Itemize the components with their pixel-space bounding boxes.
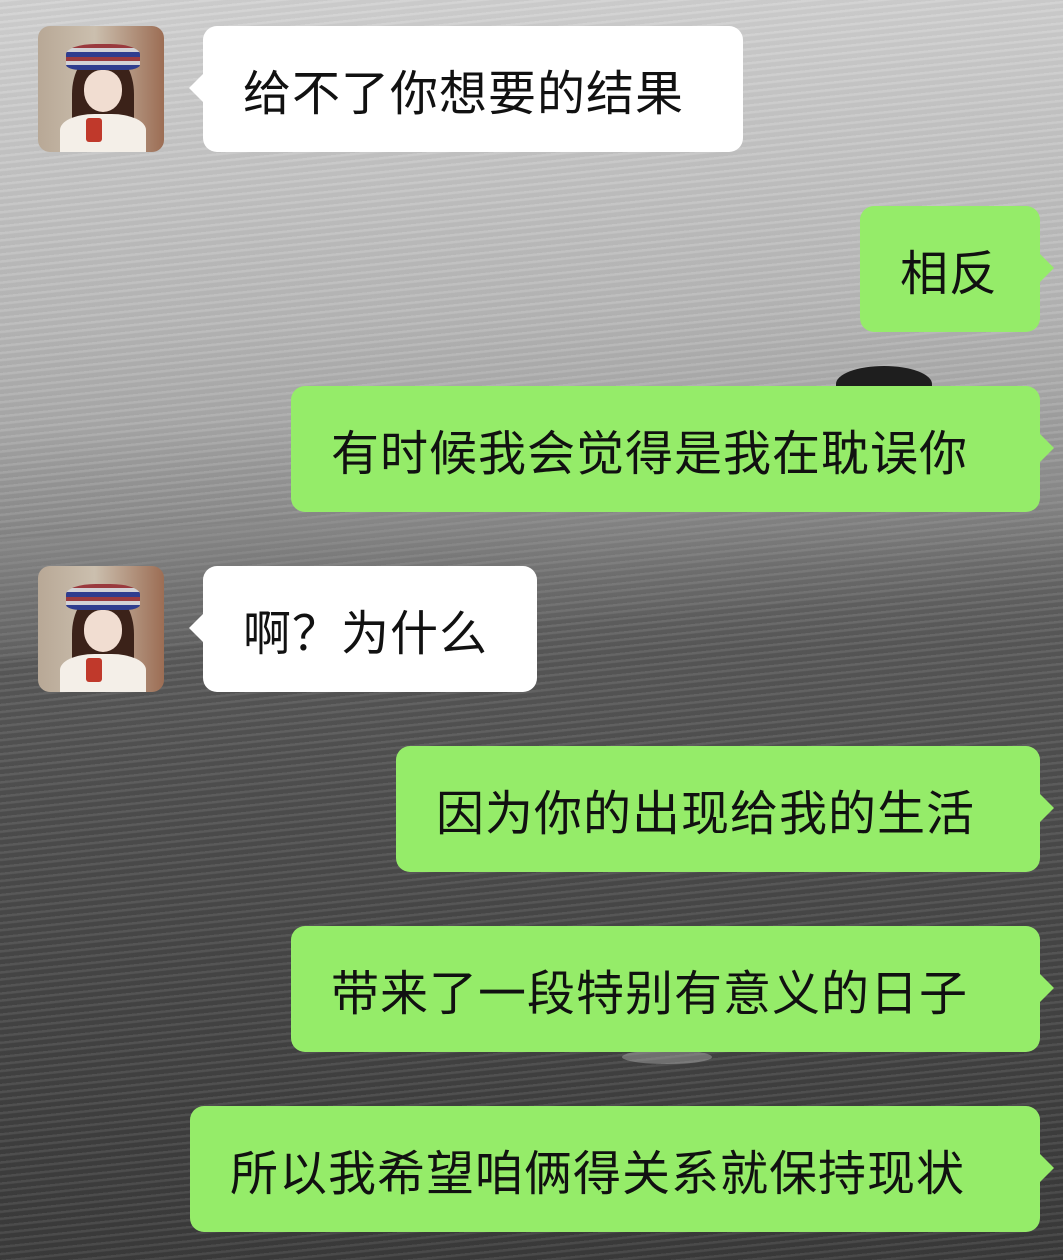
message-text: 所以我希望咱俩得关系就保持现状 xyxy=(230,1146,966,1202)
message-text: 因为你的出现给我的生活 xyxy=(436,786,976,842)
avatar-drink xyxy=(86,118,102,142)
message-bubble-incoming[interactable]: 给不了你想要的结果 xyxy=(189,26,743,152)
message-bubble-outgoing[interactable]: 相反 xyxy=(860,206,1054,332)
contact-avatar[interactable] xyxy=(38,26,164,152)
message-text: 相反 xyxy=(900,246,999,302)
contact-avatar[interactable] xyxy=(38,566,164,692)
avatar-shirt xyxy=(60,654,146,692)
background-pebble xyxy=(622,1050,712,1064)
message-text: 带来了一段特别有意义的日子 xyxy=(331,966,969,1022)
avatar-shirt xyxy=(60,114,146,152)
avatar-drink xyxy=(86,658,102,682)
message-text: 啊？为什么 xyxy=(243,606,489,662)
avatar-face xyxy=(84,70,122,112)
avatar-face xyxy=(84,610,122,652)
message-bubble-incoming[interactable]: 啊？为什么 xyxy=(189,566,537,692)
message-text: 给不了你想要的结果 xyxy=(243,66,685,122)
message-text: 有时候我会觉得是我在耽误你 xyxy=(331,426,969,482)
avatar-hat xyxy=(66,584,140,610)
message-bubble-outgoing[interactable]: 带来了一段特别有意义的日子 xyxy=(291,926,1054,1052)
message-bubble-outgoing[interactable]: 有时候我会觉得是我在耽误你 xyxy=(291,386,1054,512)
avatar-hat xyxy=(66,44,140,70)
message-bubble-outgoing[interactable]: 所以我希望咱俩得关系就保持现状 xyxy=(190,1106,1054,1232)
message-bubble-outgoing[interactable]: 因为你的出现给我的生活 xyxy=(396,746,1054,872)
